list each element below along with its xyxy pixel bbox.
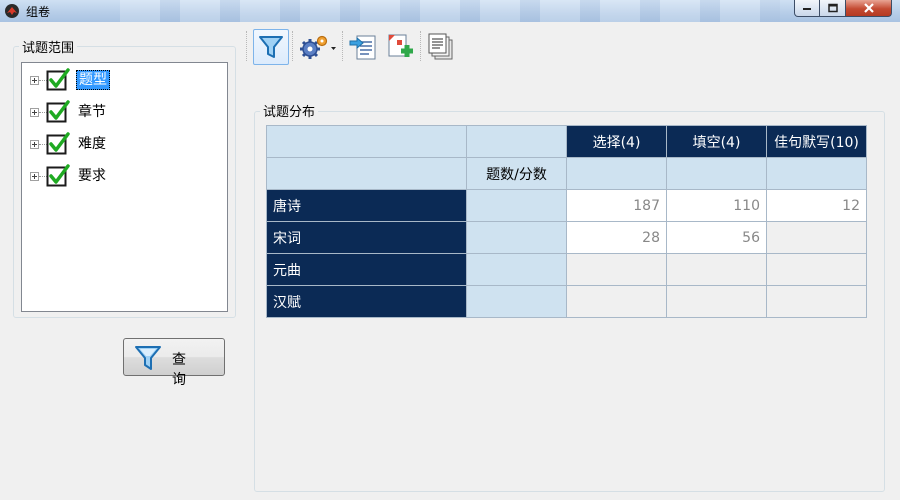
row-summary-cell[interactable]	[466, 285, 567, 318]
toolbar-separator	[342, 31, 344, 61]
query-button-label: 查询	[172, 352, 200, 388]
checkbox-checked-icon[interactable]	[46, 100, 70, 124]
import-document-icon	[349, 35, 376, 60]
title-bar: 组卷	[0, 0, 900, 22]
value-cell[interactable]: 12	[766, 189, 867, 222]
row-summary-cell[interactable]	[466, 221, 567, 254]
corner-cell	[466, 125, 567, 158]
sub-header-cell	[266, 157, 467, 190]
value-cell[interactable]: 110	[666, 189, 767, 222]
empty-cell	[766, 221, 867, 254]
toolbar-separator	[292, 31, 294, 61]
distribution-grid[interactable]: 选择(4) 填空(4) 佳句默写(10) 题数/分数 唐诗 187 110 12…	[266, 125, 867, 318]
empty-cell	[566, 253, 667, 286]
row-header-tang-poetry[interactable]: 唐诗	[266, 189, 467, 222]
copy-pages-icon	[428, 33, 453, 60]
row-header-yuan-qu[interactable]: 元曲	[266, 253, 467, 286]
tree-item-label[interactable]: 题型	[76, 70, 110, 90]
row-header-song-ci[interactable]: 宋词	[266, 221, 467, 254]
sub-header-cell	[666, 157, 767, 190]
expand-icon[interactable]	[30, 108, 39, 117]
corner-cell	[266, 125, 467, 158]
close-icon	[863, 3, 874, 13]
row-summary-cell[interactable]	[466, 253, 567, 286]
toolbar-separator	[246, 31, 248, 61]
scope-tree[interactable]: 题型 章节 难度 要求	[21, 62, 228, 312]
maximize-icon	[827, 3, 838, 13]
expand-icon[interactable]	[30, 76, 39, 85]
column-header-recite[interactable]: 佳句默写(10)	[766, 125, 867, 158]
row-header-han-fu[interactable]: 汉赋	[266, 285, 467, 318]
query-button[interactable]: 查询	[123, 338, 225, 388]
expand-icon[interactable]	[30, 172, 39, 181]
empty-cell	[766, 285, 867, 318]
empty-cell	[666, 253, 767, 286]
tree-item[interactable]: 章节	[26, 97, 216, 127]
tree-item[interactable]: 要求	[26, 161, 216, 191]
checkbox-checked-icon[interactable]	[46, 164, 70, 188]
scope-legend: 试题范围	[19, 37, 78, 56]
column-header-choice[interactable]: 选择(4)	[566, 125, 667, 158]
count-score-header: 题数/分数	[466, 157, 567, 190]
add-button[interactable]	[382, 29, 418, 65]
empty-cell	[766, 253, 867, 286]
row-summary-cell[interactable]	[466, 189, 567, 222]
value-cell[interactable]: 56	[666, 221, 767, 254]
value-cell[interactable]: 28	[566, 221, 667, 254]
title-bar-background	[120, 0, 780, 22]
checkbox-checked-icon[interactable]	[46, 68, 70, 92]
column-header-fill[interactable]: 填空(4)	[666, 125, 767, 158]
sub-header-cell	[566, 157, 667, 190]
maximize-button[interactable]	[820, 0, 846, 17]
settings-gears-icon	[300, 35, 336, 59]
window-title: 组卷	[26, 5, 51, 19]
minimize-button[interactable]	[794, 0, 820, 17]
close-button[interactable]	[846, 0, 892, 17]
tree-item-label[interactable]: 章节	[76, 102, 108, 122]
toolbar	[246, 27, 464, 67]
empty-cell	[566, 285, 667, 318]
toolbar-separator	[420, 31, 422, 61]
expand-icon[interactable]	[30, 140, 39, 149]
minimize-icon	[803, 8, 811, 10]
empty-cell	[666, 285, 767, 318]
add-item-icon	[388, 34, 413, 57]
filter-icon	[135, 346, 161, 370]
tree-item-label[interactable]: 要求	[76, 166, 108, 186]
settings-button[interactable]	[296, 29, 340, 65]
tree-item[interactable]: 题型	[26, 65, 216, 95]
tree-item[interactable]: 难度	[26, 129, 216, 159]
sub-header-cell	[766, 157, 867, 190]
client-area: 试题范围 题型 章节 难度 要求 查询 试题分布 选择(4) 填空(4) 佳句默…	[0, 22, 900, 500]
distribution-legend: 试题分布	[260, 101, 319, 120]
import-button[interactable]	[345, 29, 381, 65]
value-cell[interactable]: 187	[566, 189, 667, 222]
app-icon	[5, 4, 19, 18]
tree-item-label[interactable]: 难度	[76, 134, 108, 154]
checkbox-checked-icon[interactable]	[46, 132, 70, 156]
copy-button[interactable]	[423, 29, 459, 65]
filter-icon	[259, 36, 283, 58]
filter-button[interactable]	[253, 29, 289, 65]
